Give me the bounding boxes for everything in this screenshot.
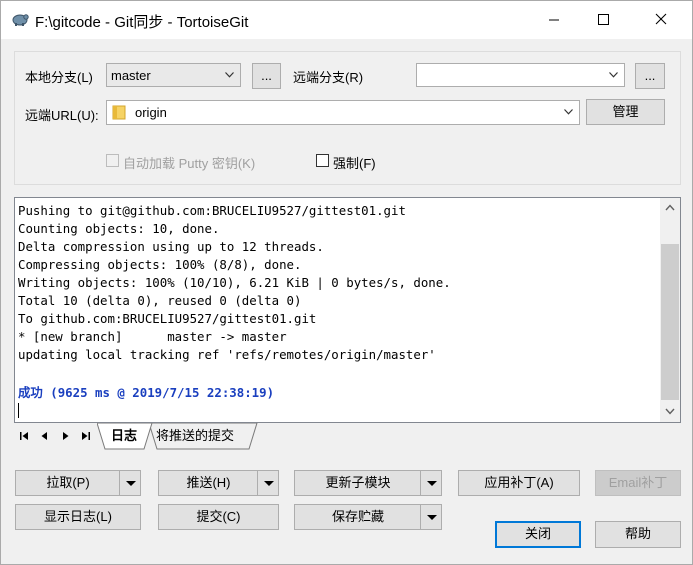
local-branch-value: master: [111, 68, 151, 83]
text-caret: [18, 403, 19, 418]
tab-log[interactable]: 日志: [111, 423, 137, 449]
next-tab-icon[interactable]: [58, 429, 72, 443]
first-tab-icon[interactable]: [18, 429, 32, 443]
manage-remotes-button[interactable]: 管理: [586, 99, 665, 125]
push-dropdown-arrow[interactable]: [257, 471, 279, 495]
show-log-button[interactable]: 显示日志(L): [15, 504, 141, 530]
push-button-label: 推送(H): [186, 475, 231, 490]
help-button[interactable]: 帮助: [595, 521, 681, 548]
browse-remote-branch-button[interactable]: ...: [635, 63, 665, 89]
pull-dropdown-arrow[interactable]: [119, 471, 141, 495]
tortoisegit-sync-window: F:\gitcode - Git同步 - TortoiseGit 本地分支(L)…: [0, 0, 693, 565]
folder-icon: [112, 105, 126, 120]
update-submodules-dropdown-arrow[interactable]: [420, 471, 442, 495]
minimize-icon: [549, 19, 559, 21]
log-line: Total 10 (delta 0), reused 0 (delta 0): [18, 293, 302, 308]
push-button[interactable]: 推送(H): [158, 470, 279, 496]
email-patch-button[interactable]: Email补丁: [595, 470, 681, 496]
pull-button[interactable]: 拉取(P): [15, 470, 141, 496]
stash-dropdown-arrow[interactable]: [420, 505, 442, 529]
commit-button[interactable]: 提交(C): [158, 504, 279, 530]
stash-button[interactable]: 保存贮藏: [294, 504, 442, 530]
update-submodules-button[interactable]: 更新子模块: [294, 470, 442, 496]
log-line: Writing objects: 100% (10/10), 6.21 KiB …: [18, 275, 451, 290]
close-icon: [655, 13, 667, 25]
remote-branch-combo[interactable]: [416, 63, 625, 87]
title-bar[interactable]: F:\gitcode - Git同步 - TortoiseGit: [1, 1, 692, 39]
log-line: updating local tracking ref 'refs/remote…: [18, 347, 436, 362]
remote-url-combo[interactable]: origin: [106, 100, 580, 125]
stash-button-label: 保存贮藏: [331, 509, 384, 524]
force-checkbox[interactable]: [316, 154, 329, 167]
log-text: Pushing to git@github.com:BRUCELIU9527/g…: [18, 202, 451, 364]
remote-url-label: 远端URL(U):: [25, 108, 99, 123]
log-line: To github.com:BRUCELIU9527/gittest01.git: [18, 311, 317, 326]
log-line: * [new branch] master -> master: [18, 329, 287, 344]
browse-local-branch-button[interactable]: ...: [252, 63, 281, 89]
log-vertical-scrollbar[interactable]: [660, 198, 680, 422]
minimize-button[interactable]: [531, 1, 577, 39]
scrollbar-thumb[interactable]: [661, 244, 679, 400]
maximize-button[interactable]: [580, 1, 626, 39]
pull-button-label: 拉取(P): [46, 475, 90, 490]
autoload-putty-key-label: 自动加载 Putty 密钥(K): [123, 156, 256, 171]
maximize-icon: [598, 14, 609, 25]
remote-branch-label: 远端分支(R): [293, 70, 364, 85]
scroll-up-icon[interactable]: [665, 204, 675, 211]
apply-patch-button[interactable]: 应用补丁(A): [458, 470, 580, 496]
log-line: Counting objects: 10, done.: [18, 221, 220, 236]
log-line: Pushing to git@github.com:BRUCELIU9527/g…: [18, 203, 406, 218]
force-label: 强制(F): [333, 156, 376, 171]
previous-tab-icon[interactable]: [38, 429, 52, 443]
local-branch-combo[interactable]: master: [106, 63, 241, 87]
autoload-putty-key-checkbox[interactable]: [106, 154, 119, 167]
close-button[interactable]: 关闭: [495, 521, 581, 548]
tortoise-app-icon: [12, 14, 29, 26]
remote-url-value: origin: [135, 105, 167, 120]
last-tab-icon[interactable]: [78, 429, 92, 443]
tab-commits-to-push[interactable]: 将推送的提交: [156, 423, 234, 449]
local-branch-label: 本地分支(L): [25, 70, 93, 85]
scroll-down-icon[interactable]: [665, 408, 675, 415]
chevron-down-icon: [225, 72, 234, 78]
log-line: Delta compression using up to 12 threads…: [18, 239, 324, 254]
update-submodules-label: 更新子模块: [325, 475, 391, 490]
success-message: 成功 (9625 ms @ 2019/7/15 22:38:19): [18, 385, 275, 400]
window-title: F:\gitcode - Git同步 - TortoiseGit: [35, 14, 249, 31]
chevron-down-icon: [564, 109, 573, 115]
log-line: Compressing objects: 100% (8/8), done.: [18, 257, 302, 272]
close-window-button[interactable]: [638, 1, 684, 39]
log-output[interactable]: Pushing to git@github.com:BRUCELIU9527/g…: [14, 197, 681, 423]
chevron-down-icon: [609, 72, 618, 78]
